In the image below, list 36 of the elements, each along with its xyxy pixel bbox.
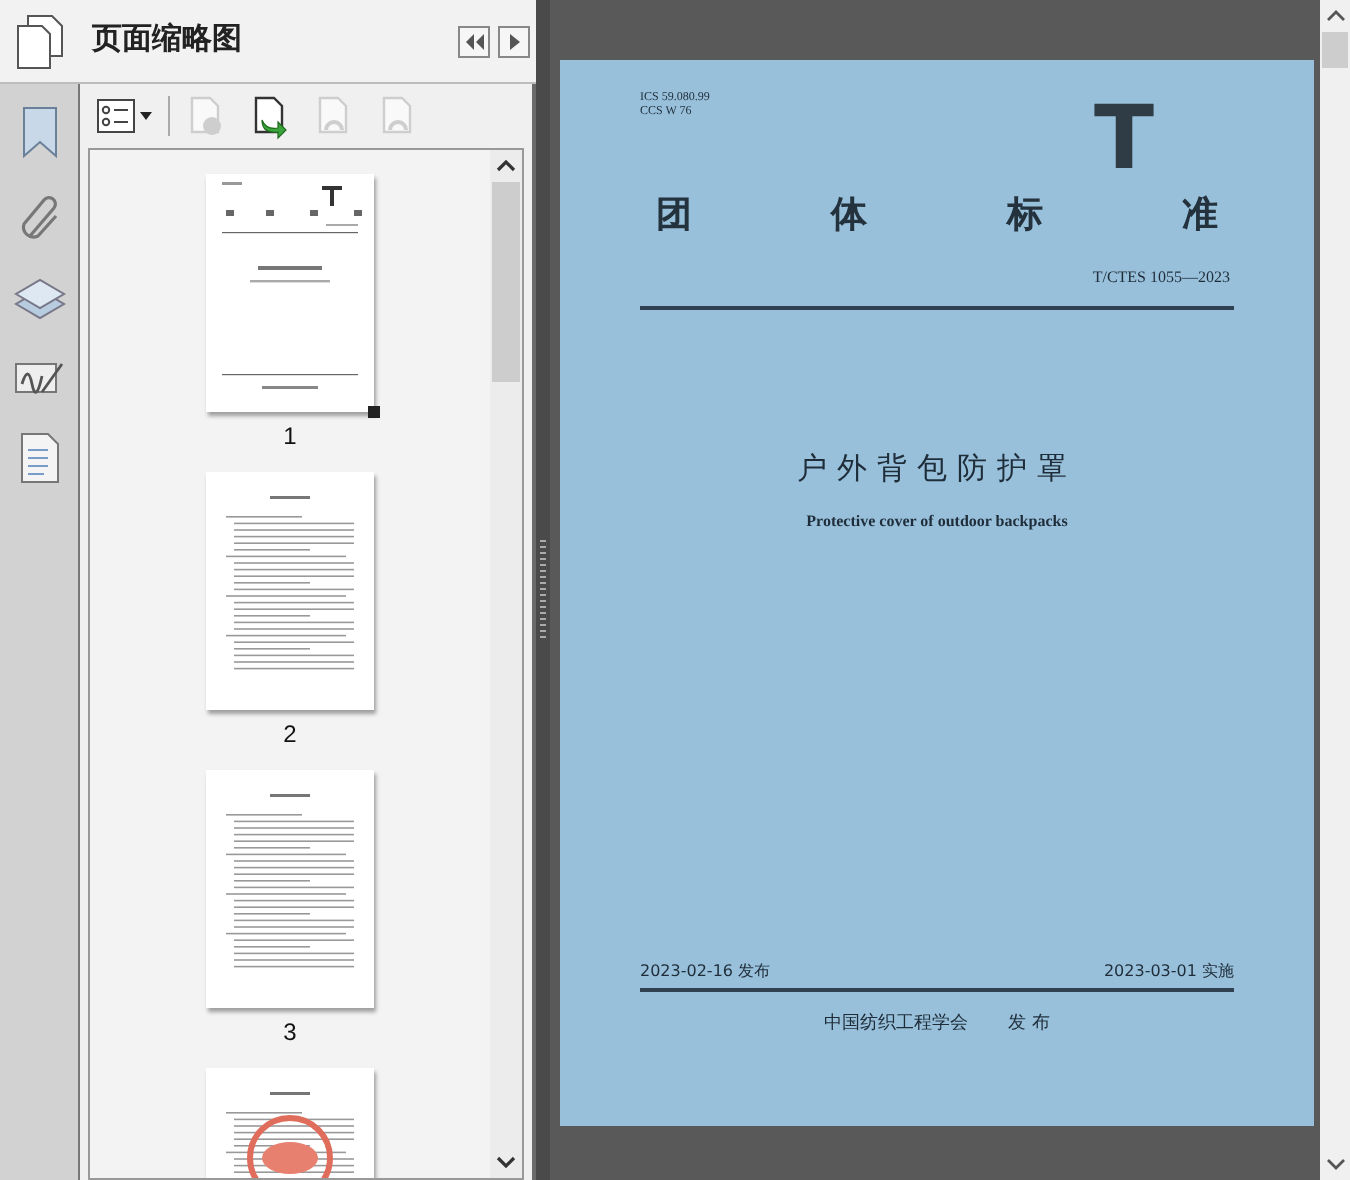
page-number: 2 xyxy=(283,722,297,746)
publish-date: 2023-02-16 发布 xyxy=(640,960,771,984)
page-thumbnail[interactable] xyxy=(206,770,374,1008)
heading-character: 标 xyxy=(1006,192,1043,240)
panel-title: 页面缩略图 xyxy=(92,20,242,61)
heading-character: 团 xyxy=(656,192,692,240)
pages-icon xyxy=(14,13,66,69)
scrollbar-thumb[interactable] xyxy=(492,182,520,382)
scrollbar-thumb[interactable] xyxy=(1322,32,1348,68)
layers-icon[interactable] xyxy=(13,276,65,324)
standard-logo: T xyxy=(1093,96,1154,184)
page-thumbnail[interactable] xyxy=(206,174,374,412)
standard-number: T/CTES 1055—2023 xyxy=(1092,266,1230,290)
page-number: 3 xyxy=(283,1020,297,1044)
expand-button[interactable] xyxy=(498,25,530,57)
right-arrow-icon xyxy=(508,33,520,49)
document-title: 户外背包防护罩 xyxy=(797,447,1077,489)
list-options-icon xyxy=(96,98,136,134)
bookmark-icon[interactable] xyxy=(19,104,59,160)
view-marker[interactable] xyxy=(368,406,380,418)
document-icon[interactable] xyxy=(19,432,59,484)
document-scrollbar[interactable] xyxy=(1320,0,1350,1180)
collapse-button[interactable] xyxy=(458,25,490,57)
publisher-name: 中国纺织工程学会 xyxy=(824,1011,969,1037)
paperclip-icon[interactable] xyxy=(17,192,61,244)
page-number: 1 xyxy=(283,424,297,448)
page-thumbnail[interactable] xyxy=(206,472,374,710)
publisher-action: 发 布 xyxy=(1008,1011,1050,1037)
heading-character: 准 xyxy=(1181,192,1218,240)
caret-icon xyxy=(140,112,152,120)
implement-date: 2023-03-01 实施 xyxy=(1103,960,1234,984)
heading-character: 体 xyxy=(831,192,868,240)
vertical-scrollbar[interactable] xyxy=(490,150,522,1178)
document-subtitle: Protective cover of outdoor backpacks xyxy=(806,510,1068,534)
double-left-arrow-icon xyxy=(464,33,484,49)
splitter-grip xyxy=(540,540,546,640)
